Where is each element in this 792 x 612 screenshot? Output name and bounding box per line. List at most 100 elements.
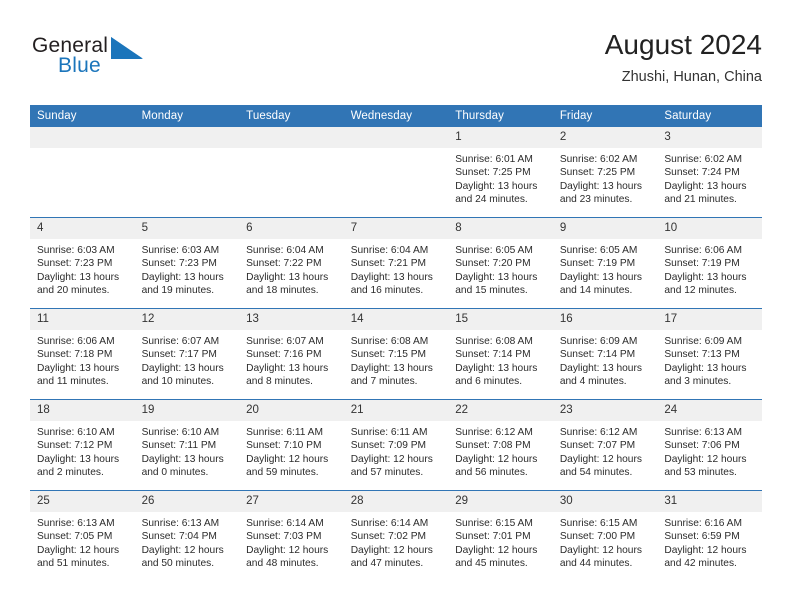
calendar-week-row: 1 Sunrise: 6:01 AM Sunset: 7:25 PM Daylight… <box>30 127 762 218</box>
daylight-text: Daylight: 12 hours and 42 minutes. <box>664 544 747 570</box>
daylight-text: Daylight: 12 hours and 54 minutes. <box>559 453 642 479</box>
calendar-day-cell[interactable]: 4 Sunrise: 6:03 AM Sunset: 7:23 PM Daylight… <box>30 217 135 309</box>
calendar-day-cell[interactable]: 31 Sunrise: 6:16 AM Sunset: 6:59 PM Dayligh… <box>657 490 762 581</box>
sunrise-text: Sunrise: 6:12 AM <box>455 427 533 438</box>
calendar-day-cell[interactable]: 20 Sunrise: 6:11 AM Sunset: 7:10 PM Dayligh… <box>239 399 344 491</box>
sunset-text: Sunset: 7:20 PM <box>455 258 531 270</box>
calendar-day-cell[interactable]: 29 Sunrise: 6:15 AM Sunset: 7:01 PM Dayligh… <box>448 490 553 581</box>
day-details: Sunrise: 6:11 AM Sunset: 7:10 PM Daylight:… <box>239 421 344 480</box>
daylight-text: Daylight: 12 hours and 47 minutes. <box>350 544 433 570</box>
calendar-day-cell[interactable]: 15 Sunrise: 6:08 AM Sunset: 7:14 PM Dayligh… <box>448 308 553 400</box>
daylight-text: Daylight: 13 hours and 19 minutes. <box>141 271 224 297</box>
calendar-day-cell[interactable]: 11 Sunrise: 6:06 AM Sunset: 7:18 PM Dayligh… <box>30 308 135 400</box>
day-number: 4 <box>30 218 135 239</box>
calendar-week-row: 4 Sunrise: 6:03 AM Sunset: 7:23 PM Daylight… <box>30 217 762 309</box>
calendar-day-cell[interactable]: 16 Sunrise: 6:09 AM Sunset: 7:14 PM Dayligh… <box>552 308 658 400</box>
day-details: Sunrise: 6:07 AM Sunset: 7:16 PM Daylight:… <box>239 330 344 389</box>
day-number <box>134 127 240 148</box>
calendar-day-cell[interactable]: 8 Sunrise: 6:05 AM Sunset: 7:20 PM Daylight… <box>448 217 553 309</box>
page-subtitle: Zhushi, Hunan, China <box>621 69 762 85</box>
sunset-text: Sunset: 7:13 PM <box>664 349 740 361</box>
sunset-text: Sunset: 7:14 PM <box>455 349 531 361</box>
calendar-day-cell[interactable]: 17 Sunrise: 6:09 AM Sunset: 7:13 PM Dayligh… <box>657 308 762 400</box>
calendar-day-cell[interactable]: 3 Sunrise: 6:02 AM Sunset: 7:24 PM Daylight… <box>657 127 762 218</box>
calendar-day-cell[interactable]: 9 Sunrise: 6:05 AM Sunset: 7:19 PM Daylight… <box>552 217 658 309</box>
sunrise-text: Sunrise: 6:11 AM <box>246 427 323 438</box>
calendar-day-cell[interactable]: 23 Sunrise: 6:12 AM Sunset: 7:07 PM Dayligh… <box>552 399 658 491</box>
calendar-day-cell[interactable]: 5 Sunrise: 6:03 AM Sunset: 7:23 PM Daylight… <box>134 217 240 309</box>
sunrise-text: Sunrise: 6:14 AM <box>246 518 324 529</box>
weekday-header-thursday: Thursday <box>448 105 553 127</box>
sunrise-text: Sunrise: 6:02 AM <box>559 154 638 165</box>
calendar-day-cell[interactable]: 27 Sunrise: 6:14 AM Sunset: 7:03 PM Dayligh… <box>239 490 344 581</box>
day-number: 23 <box>552 400 658 421</box>
calendar-week-row: 18 Sunrise: 6:10 AM Sunset: 7:12 PM Dayligh… <box>30 399 762 491</box>
calendar-day-cell[interactable]: 26 Sunrise: 6:13 AM Sunset: 7:04 PM Dayligh… <box>134 490 240 581</box>
calendar-day-cell[interactable]: 2 Sunrise: 6:02 AM Sunset: 7:25 PM Daylight… <box>552 127 658 218</box>
day-number: 15 <box>448 309 553 330</box>
sunset-text: Sunset: 7:19 PM <box>559 258 636 270</box>
day-number: 28 <box>343 491 449 512</box>
sunrise-text: Sunrise: 6:06 AM <box>664 245 742 256</box>
sunrise-text: Sunrise: 6:03 AM <box>141 245 220 256</box>
daylight-text: Daylight: 12 hours and 56 minutes. <box>455 453 538 479</box>
sunset-text: Sunset: 7:12 PM <box>37 440 113 452</box>
calendar-day-cell[interactable]: 30 Sunrise: 6:15 AM Sunset: 7:00 PM Dayligh… <box>552 490 658 581</box>
calendar-body: 1 Sunrise: 6:01 AM Sunset: 7:25 PM Daylight… <box>30 127 762 581</box>
day-details: Sunrise: 6:11 AM Sunset: 7:09 PM Daylight:… <box>344 421 449 480</box>
sunset-text: Sunset: 7:25 PM <box>455 167 531 179</box>
sunrise-text: Sunrise: 6:07 AM <box>141 336 220 347</box>
day-number: 26 <box>134 491 240 512</box>
day-details: Sunrise: 6:13 AM Sunset: 7:04 PM Daylight:… <box>135 512 240 571</box>
calendar-day-cell[interactable]: 25 Sunrise: 6:13 AM Sunset: 7:05 PM Dayligh… <box>30 490 135 581</box>
sunrise-text: Sunrise: 6:14 AM <box>350 518 429 529</box>
day-details: Sunrise: 6:14 AM Sunset: 7:02 PM Daylight:… <box>344 512 449 571</box>
day-details: Sunrise: 6:14 AM Sunset: 7:03 PM Daylight:… <box>239 512 344 571</box>
sunrise-text: Sunrise: 6:16 AM <box>664 518 742 529</box>
calendar-day-cell[interactable]: 1 Sunrise: 6:01 AM Sunset: 7:25 PM Daylight… <box>448 127 553 218</box>
daylight-text: Daylight: 12 hours and 48 minutes. <box>246 544 329 570</box>
sunrise-text: Sunrise: 6:01 AM <box>455 154 533 165</box>
day-details: Sunrise: 6:08 AM Sunset: 7:15 PM Daylight:… <box>344 330 449 389</box>
calendar-day-cell[interactable]: 7 Sunrise: 6:04 AM Sunset: 7:21 PM Daylight… <box>343 217 449 309</box>
day-details: Sunrise: 6:05 AM Sunset: 7:19 PM Daylight:… <box>553 239 658 298</box>
day-details: Sunrise: 6:12 AM Sunset: 7:07 PM Daylight:… <box>553 421 658 480</box>
calendar-day-cell[interactable]: 21 Sunrise: 6:11 AM Sunset: 7:09 PM Dayligh… <box>343 399 449 491</box>
logo-text-blue: Blue <box>58 54 101 77</box>
sunset-text: Sunset: 7:00 PM <box>559 531 636 543</box>
day-details: Sunrise: 6:09 AM Sunset: 7:13 PM Daylight:… <box>657 330 762 389</box>
calendar-day-cell[interactable]: 22 Sunrise: 6:12 AM Sunset: 7:08 PM Dayligh… <box>448 399 553 491</box>
sunrise-text: Sunrise: 6:05 AM <box>455 245 533 256</box>
sunset-text: Sunset: 7:08 PM <box>455 440 531 452</box>
daylight-text: Daylight: 13 hours and 2 minutes. <box>37 453 120 479</box>
calendar-day-cell[interactable]: 19 Sunrise: 6:10 AM Sunset: 7:11 PM Dayligh… <box>134 399 240 491</box>
calendar-day-cell[interactable]: 28 Sunrise: 6:14 AM Sunset: 7:02 PM Dayligh… <box>343 490 449 581</box>
calendar-day-cell[interactable]: 6 Sunrise: 6:04 AM Sunset: 7:22 PM Daylight… <box>239 217 344 309</box>
sunrise-text: Sunrise: 6:13 AM <box>664 427 742 438</box>
day-number: 8 <box>448 218 553 239</box>
day-details: Sunrise: 6:03 AM Sunset: 7:23 PM Daylight:… <box>30 239 135 298</box>
daylight-text: Daylight: 13 hours and 6 minutes. <box>455 362 538 388</box>
day-number: 5 <box>134 218 240 239</box>
calendar-day-cell[interactable]: 12 Sunrise: 6:07 AM Sunset: 7:17 PM Dayligh… <box>134 308 240 400</box>
calendar-week-row: 25 Sunrise: 6:13 AM Sunset: 7:05 PM Dayligh… <box>30 490 762 581</box>
daylight-text: Daylight: 13 hours and 24 minutes. <box>455 180 538 206</box>
sunset-text: Sunset: 7:21 PM <box>350 258 427 270</box>
daylight-text: Daylight: 12 hours and 51 minutes. <box>37 544 120 570</box>
sunrise-text: Sunrise: 6:05 AM <box>559 245 638 256</box>
general-blue-logo[interactable]: General Blue <box>30 34 230 90</box>
sunset-text: Sunset: 6:59 PM <box>664 531 740 543</box>
calendar-day-cell[interactable]: 18 Sunrise: 6:10 AM Sunset: 7:12 PM Dayligh… <box>30 399 135 491</box>
day-number: 12 <box>134 309 240 330</box>
day-details: Sunrise: 6:15 AM Sunset: 7:01 PM Daylight:… <box>448 512 553 571</box>
sunset-text: Sunset: 7:17 PM <box>141 349 217 361</box>
calendar-day-cell[interactable]: 10 Sunrise: 6:06 AM Sunset: 7:19 PM Dayligh… <box>657 217 762 309</box>
calendar-day-cell[interactable]: 14 Sunrise: 6:08 AM Sunset: 7:15 PM Dayligh… <box>343 308 449 400</box>
day-details: Sunrise: 6:16 AM Sunset: 6:59 PM Daylight:… <box>657 512 762 571</box>
weekday-header-friday: Friday <box>552 105 658 127</box>
calendar-day-cell[interactable]: 13 Sunrise: 6:07 AM Sunset: 7:16 PM Dayligh… <box>239 308 344 400</box>
calendar-day-cell[interactable]: 24 Sunrise: 6:13 AM Sunset: 7:06 PM Dayligh… <box>657 399 762 491</box>
sunrise-text: Sunrise: 6:12 AM <box>559 427 638 438</box>
sunset-text: Sunset: 7:09 PM <box>350 440 427 452</box>
day-details: Sunrise: 6:13 AM Sunset: 7:06 PM Daylight:… <box>657 421 762 480</box>
